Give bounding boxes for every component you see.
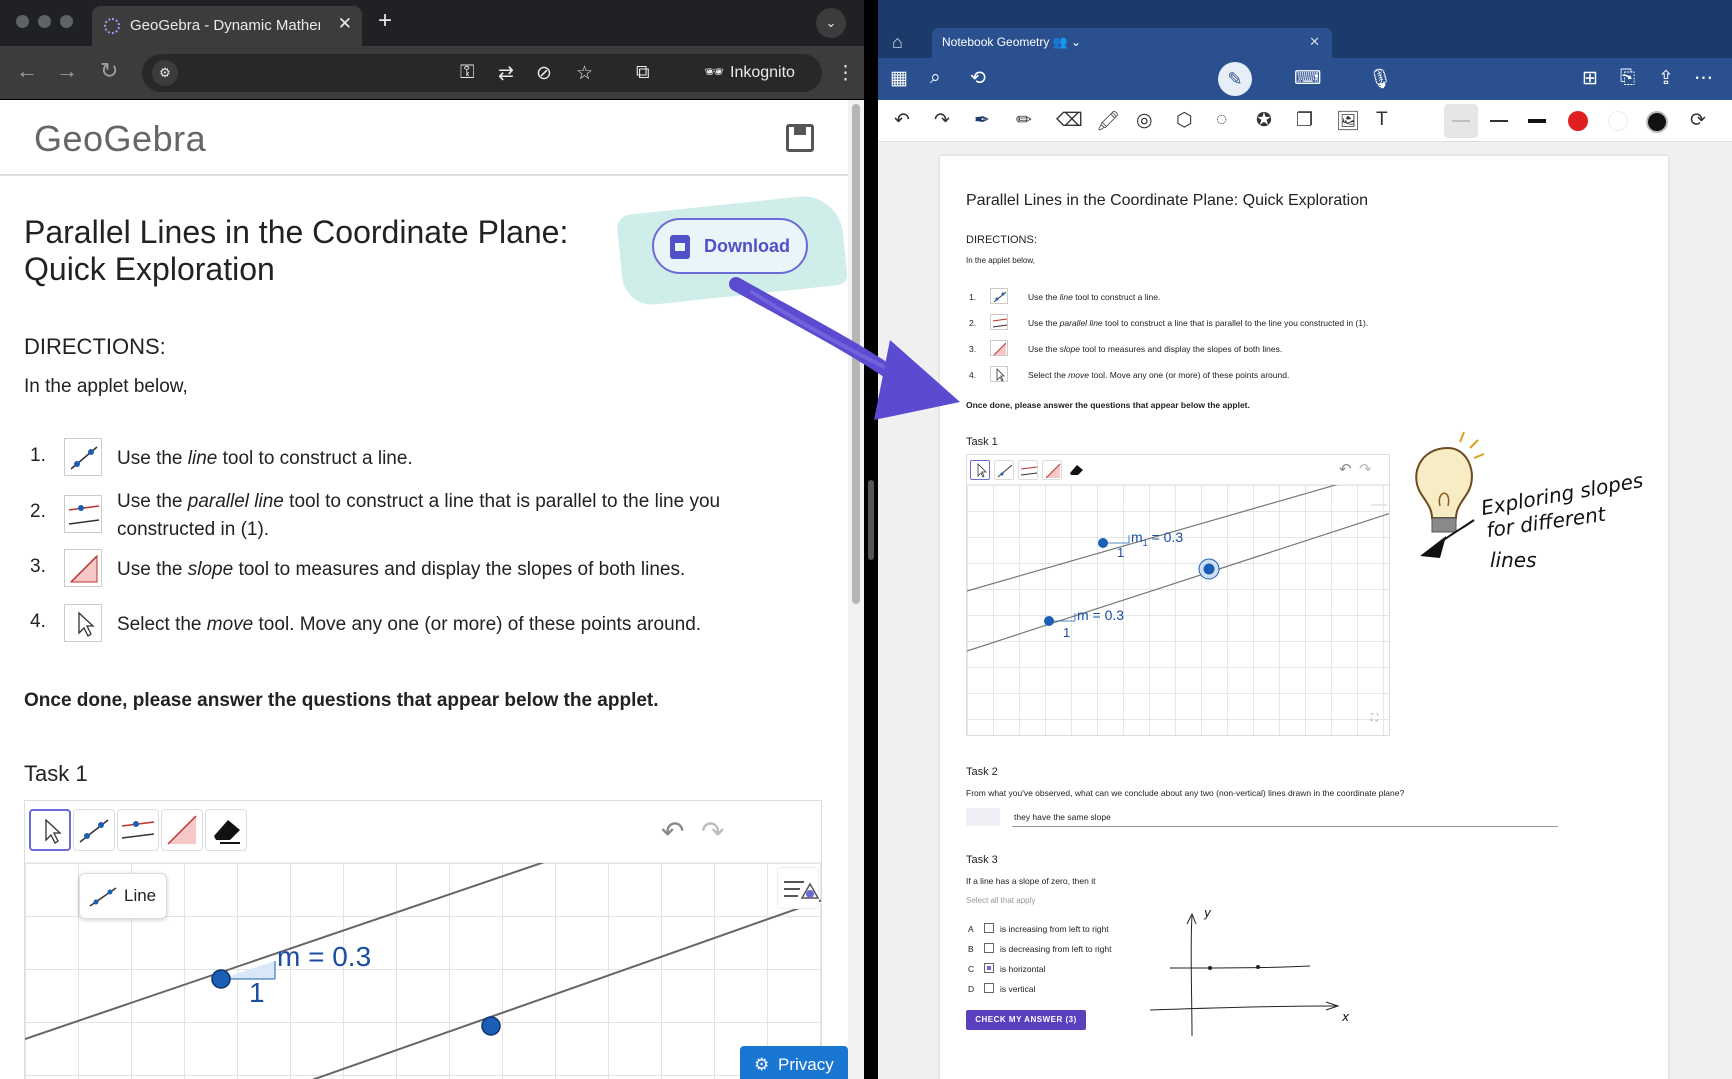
annotation-overlay	[729, 277, 1485, 558]
screen: GeoGebra - Dynamic Mathem ✕ + ⌄ ← → ↻ ⚙ …	[0, 0, 1732, 1079]
handwritten-note-line-3: lines	[1490, 548, 1537, 572]
lightbulb-icon	[1415, 431, 1485, 533]
